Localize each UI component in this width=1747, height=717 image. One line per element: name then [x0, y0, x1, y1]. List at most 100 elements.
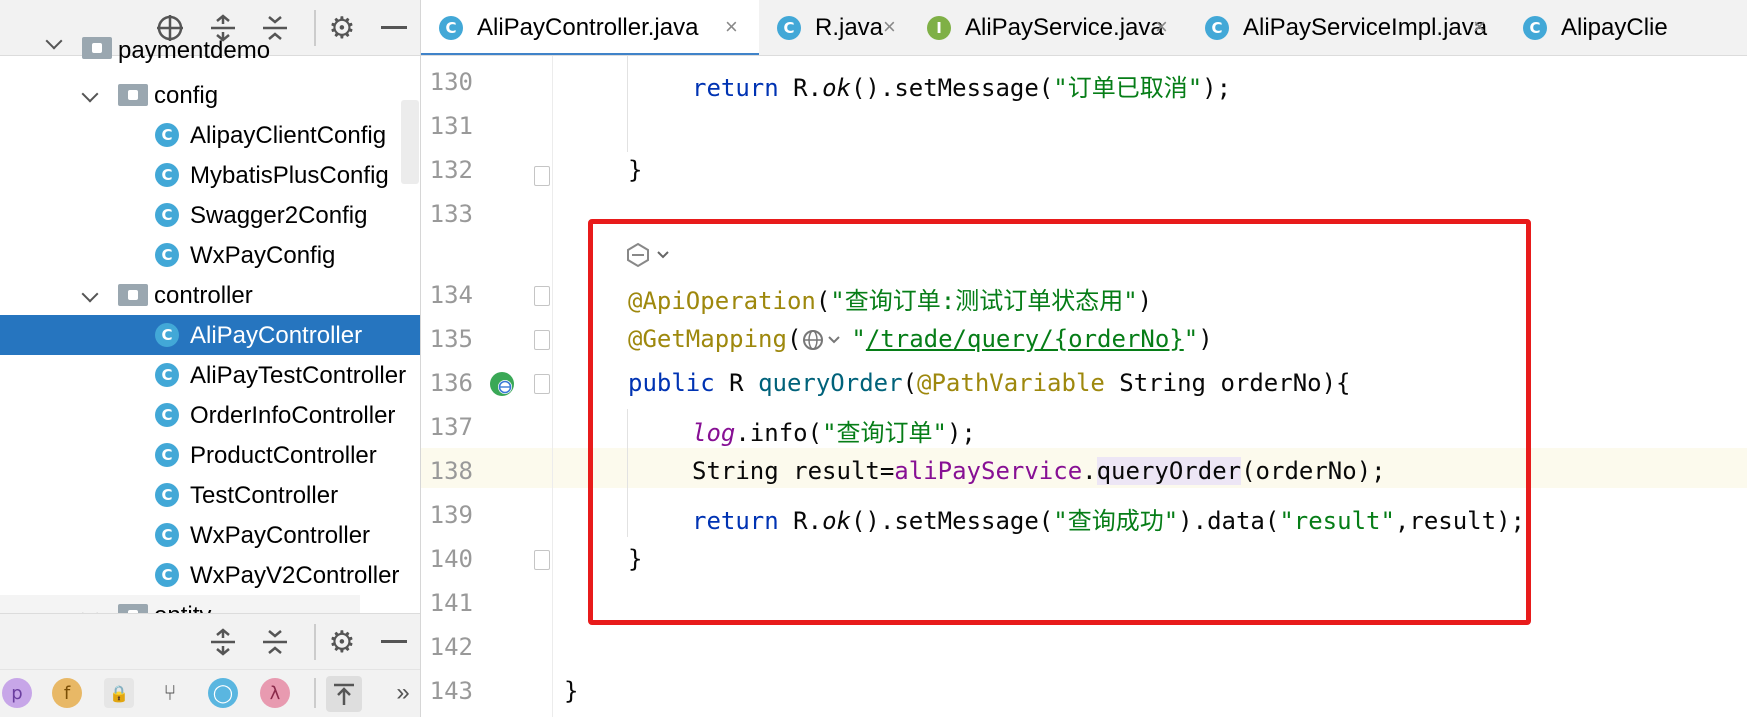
line-number: 142	[429, 633, 473, 661]
tree-item-folder[interactable]: entity	[0, 595, 360, 613]
project-panel: ⚙ paymentdemo config C AlipayClientConfi…	[0, 0, 421, 717]
tab-label: AliPayServiceImpl.java	[1243, 14, 1488, 41]
editor-gutter: 130 131 132 133 134 135 136 137 138 139 …	[421, 56, 553, 717]
separator	[314, 678, 316, 708]
lambda-icon[interactable]: λ	[260, 678, 290, 708]
editor-tab-bar: C AliPayController.java × C R.java × I A…	[421, 0, 1747, 56]
class-icon: C	[155, 523, 179, 547]
tree-item-label: TestController	[190, 482, 339, 509]
class-icon: C	[155, 403, 179, 427]
tree-item-class[interactable]: C WxPayController	[0, 515, 420, 555]
tree-item-label: paymentdemo	[118, 37, 271, 64]
tab-r[interactable]: C R.java ×	[759, 0, 909, 55]
line-number: 139	[429, 501, 473, 529]
tree-item-label: config	[154, 82, 219, 109]
code-line-132: }	[628, 156, 643, 184]
endpoint-globe-icon[interactable]	[487, 369, 517, 399]
line-number: 134	[429, 281, 473, 309]
tab-alipaycontroller[interactable]: C AliPayController.java ×	[421, 0, 759, 55]
tree-item-label: WxPayConfig	[190, 242, 336, 269]
chevron-down-icon[interactable]	[81, 605, 99, 613]
class-icon: C	[155, 563, 179, 587]
tree-item-class[interactable]: C ProductController	[0, 435, 420, 475]
folder-icon	[118, 84, 148, 106]
tab-label: AliPayController.java	[477, 14, 699, 41]
collapse-all-icon[interactable]	[257, 624, 293, 660]
tab-alipayserviceimpl[interactable]: C AliPayServiceImpl.java ×	[1187, 0, 1505, 55]
class-icon: C	[155, 483, 179, 507]
fold-marker[interactable]	[534, 374, 550, 394]
close-icon[interactable]: ×	[1155, 14, 1168, 40]
circle-icon[interactable]: ◯	[208, 678, 238, 708]
chevron-down-icon[interactable]	[81, 85, 99, 103]
fold-marker[interactable]	[534, 330, 550, 350]
tree-item-label: AlipayClientConfig	[190, 122, 387, 149]
hierarchy-icon[interactable]: ⑂	[155, 678, 185, 708]
close-icon[interactable]: ×	[1473, 14, 1486, 40]
ide-window: ⚙ paymentdemo config C AlipayClientConfi…	[0, 0, 1747, 717]
line-number: 137	[429, 413, 473, 441]
tree-item-class[interactable]: C AlipayClientConfig	[0, 115, 420, 155]
code-line-143: }	[564, 677, 579, 705]
tab-alipayservice[interactable]: I AliPayService.java ×	[909, 0, 1187, 55]
class-icon: C	[155, 443, 179, 467]
tree-item-class-selected[interactable]: C AliPayController	[0, 315, 420, 355]
line-number: 141	[429, 589, 473, 617]
tree-item-class[interactable]: C OrderInfoController	[0, 395, 420, 435]
tree-item-class[interactable]: C MybatisPlusConfig	[0, 155, 420, 195]
tree-item-folder[interactable]: config	[0, 75, 420, 115]
line-number: 138	[429, 457, 473, 485]
line-number: 130	[429, 68, 473, 96]
fold-marker[interactable]	[534, 550, 550, 570]
class-icon: C	[155, 163, 179, 187]
tab-label: AlipayClie	[1561, 14, 1668, 41]
tree-item-class[interactable]: C TestController	[0, 475, 420, 515]
tree-item-label: WxPayV2Controller	[190, 562, 400, 589]
tree-item-folder[interactable]: paymentdemo	[0, 37, 420, 67]
tree-item-label: MybatisPlusConfig	[190, 162, 389, 189]
tree-item-class[interactable]: C WxPayV2Controller	[0, 555, 420, 595]
tree-item-class[interactable]: C AliPayTestController	[0, 355, 420, 395]
tab-alipayclient[interactable]: C AlipayClie	[1505, 0, 1747, 55]
autoscroll-icon[interactable]	[326, 676, 362, 712]
chevron-down-icon[interactable]	[45, 37, 63, 50]
line-number: 140	[429, 545, 473, 573]
tree-item-label: ProductController	[190, 442, 377, 469]
field-icon[interactable]: f	[52, 678, 82, 708]
fold-marker[interactable]	[534, 286, 550, 306]
code-token: ok	[822, 74, 851, 102]
tree-scrollbar[interactable]	[401, 100, 419, 184]
tree-item-folder[interactable]: controller	[0, 275, 420, 315]
more-icon[interactable]: »	[390, 679, 416, 706]
fold-marker[interactable]	[534, 166, 550, 186]
indent-guide	[627, 56, 628, 152]
line-number: 132	[429, 156, 473, 184]
class-icon: C	[777, 16, 801, 40]
class-icon: C	[1205, 16, 1229, 40]
tree-item-label: controller	[154, 282, 253, 309]
close-icon[interactable]: ×	[725, 14, 738, 40]
interface-icon: I	[927, 16, 951, 40]
chevron-down-icon[interactable]	[81, 285, 99, 303]
property-icon[interactable]: p	[2, 678, 32, 708]
highlight-annotation-box	[588, 219, 1531, 625]
expand-all-icon[interactable]	[205, 624, 241, 660]
line-number: 133	[429, 200, 473, 228]
tree-item-class[interactable]: C Swagger2Config	[0, 195, 420, 235]
class-icon: C	[155, 363, 179, 387]
folder-icon	[118, 604, 148, 613]
tree-item-label: AliPayController	[190, 322, 363, 349]
folder-icon	[118, 284, 148, 306]
class-icon: C	[155, 123, 179, 147]
gear-icon[interactable]: ⚙	[324, 624, 360, 660]
lock-icon[interactable]: 🔒	[104, 678, 134, 708]
tab-label: AliPayService.java	[965, 14, 1164, 41]
close-icon[interactable]: ×	[883, 14, 896, 40]
class-icon: C	[155, 203, 179, 227]
tree-item-label: entity	[154, 602, 211, 613]
code-token: "订单已取消"	[1053, 74, 1203, 102]
tree-item-class[interactable]: C WxPayConfig	[0, 235, 420, 275]
class-icon: C	[155, 323, 179, 347]
separator	[314, 624, 316, 660]
minimize-icon[interactable]	[376, 624, 412, 660]
